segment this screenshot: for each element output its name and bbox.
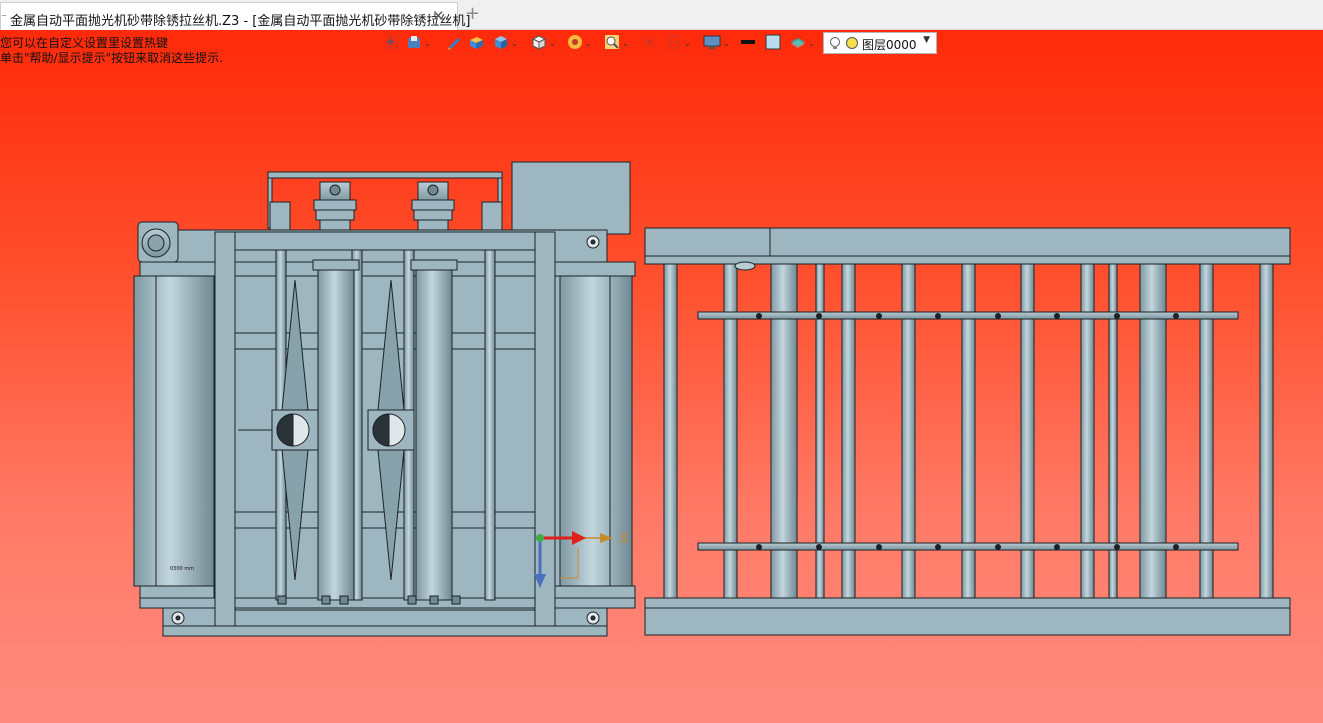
top-coupling-left	[313, 181, 357, 235]
close-icon[interactable]: ✕	[432, 7, 445, 25]
tab-bar: ⁻ 金属自动平面抛光机砂带除锈拉丝机.Z3 - [金属自动平面抛光机砂带除锈拉丝…	[0, 0, 1323, 30]
display-icon[interactable]: ⌄	[703, 34, 730, 52]
bottom-beam	[644, 607, 1291, 636]
add-tab-icon[interactable]: +	[465, 4, 480, 24]
3d-viewport[interactable]: 0300 mm X 您可以在自定义设置里设置热键 单击"帮助/显示提示"按钮来取…	[0, 30, 1323, 723]
side-roller-left	[133, 275, 215, 587]
cube-icon[interactable]: ⌄	[493, 34, 518, 52]
hint-overlay: 您可以在自定义设置里设置热键 单击"帮助/显示提示"按钮来取消这些提示.	[0, 36, 223, 66]
section-icon[interactable]: ⌄	[666, 34, 691, 52]
render-icon[interactable]: ⌄	[567, 34, 592, 52]
cad-model: 0300 mm X	[133, 161, 1291, 637]
hint-line-1: 您可以在自定义设置里设置热键	[0, 36, 169, 50]
tab-overflow-marker: ⁻	[1, 11, 7, 24]
yellow-circle-icon	[846, 37, 858, 49]
layer-selector[interactable]: 图层0000 ▼	[823, 32, 937, 54]
hint-line-2: 单击"帮助/显示提示"按钮来取消这些提示.	[0, 51, 223, 65]
zoom-icon[interactable]: ⌄	[604, 34, 629, 52]
exit-icon[interactable]	[384, 34, 400, 52]
right-machine	[644, 227, 1291, 636]
pen-icon[interactable]	[446, 34, 462, 52]
drum-right	[415, 269, 453, 601]
view-cube-icon[interactable]: ⌄	[531, 34, 556, 52]
x-axis-label: X	[619, 531, 629, 547]
left-machine: 0300 mm	[133, 161, 636, 637]
layer-stack-icon[interactable]: ⌄	[790, 34, 815, 52]
fill-color-swatch[interactable]	[765, 34, 781, 52]
top-coupling-right	[411, 181, 455, 235]
layer-name: 图层0000	[862, 38, 917, 52]
document-tab[interactable]: ⁻ 金属自动平面抛光机砂带除锈拉丝机.Z3 - [金属自动平面抛光机砂带除锈拉丝…	[0, 2, 470, 30]
layer-dropdown-arrow[interactable]: ▼	[923, 35, 930, 45]
save-view-icon[interactable]: ⌄	[406, 34, 431, 52]
fit-icon[interactable]	[641, 34, 657, 52]
lightbulb-icon	[830, 37, 840, 49]
document-tab-title: 金属自动平面抛光机砂带除锈拉丝机.Z3 - [金属自动平面抛光机砂带除锈拉丝机]	[10, 14, 471, 29]
machine-label: 0300 mm	[170, 566, 194, 572]
top-beam	[644, 227, 1291, 257]
control-box	[511, 161, 631, 235]
solid-icon[interactable]	[468, 34, 484, 52]
line-color-swatch[interactable]	[740, 34, 756, 52]
drum-left	[317, 269, 355, 601]
